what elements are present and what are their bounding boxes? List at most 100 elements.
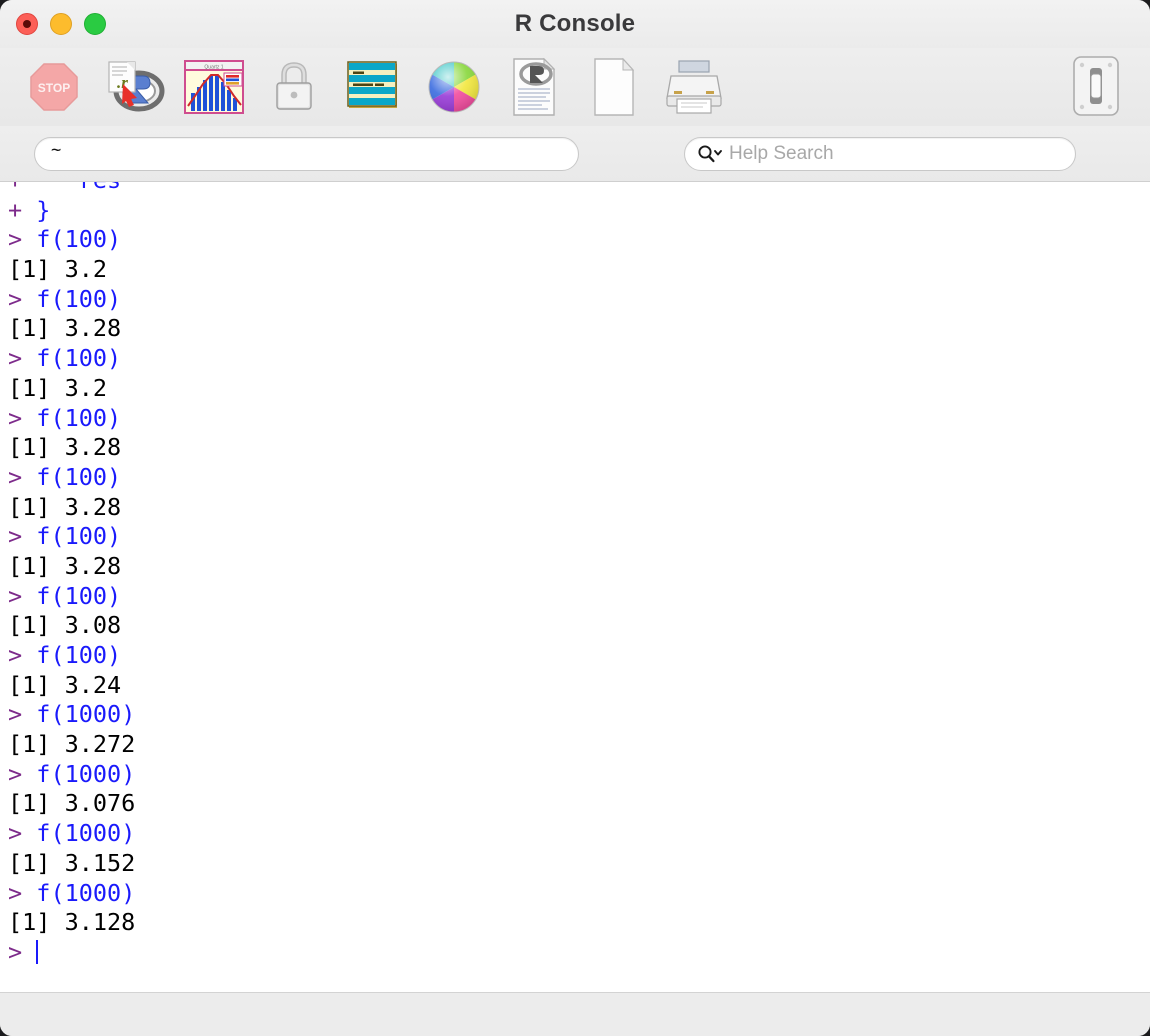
lock-button[interactable] <box>254 52 334 122</box>
command-prompt: > <box>8 878 23 907</box>
console-output-text: [1] 3.28 <box>8 492 122 521</box>
console-output-text: [1] 3.076 <box>8 789 136 818</box>
console-line: [1] 3.24 <box>8 671 1150 701</box>
console-line: [1] 3.152 <box>8 849 1150 879</box>
command-prompt: > <box>8 225 23 254</box>
console-lines: + res+ }> f(100)[1] 3.2> f(100)[1] 3.28>… <box>0 182 1150 968</box>
console-line: [1] 3.128 <box>8 908 1150 938</box>
console-output-text: [1] 3.2 <box>8 373 108 402</box>
console-output-text: [1] 3.152 <box>8 848 136 877</box>
console-command-text <box>22 938 36 966</box>
console-line: > f(100) <box>8 463 1150 493</box>
command-prompt: > <box>8 759 23 788</box>
command-prompt: > <box>8 462 23 491</box>
command-prompt: > <box>8 284 23 313</box>
stop-button[interactable]: STOP <box>14 52 94 122</box>
continuation-prompt: + <box>8 195 23 224</box>
console-line: [1] 3.272 <box>8 730 1150 760</box>
svg-text:Quartz 1: Quartz 1 <box>204 65 223 71</box>
console-line: + res <box>8 182 1150 196</box>
source-script-button[interactable]: .r <box>94 52 174 122</box>
console-line: > f(1000) <box>8 760 1150 790</box>
titlebar: R Console <box>0 0 1150 48</box>
console-command-text: f(1000) <box>22 819 136 848</box>
text-cursor <box>36 939 39 964</box>
console-line: [1] 3.2 <box>8 374 1150 404</box>
minimize-button[interactable] <box>50 13 72 35</box>
console-output-text: [1] 3.28 <box>8 314 122 343</box>
console-output-text: [1] 3.28 <box>8 433 122 462</box>
r-document-button[interactable] <box>494 52 574 122</box>
console-output-text: [1] 3.28 <box>8 551 122 580</box>
console-line: [1] 3.28 <box>8 493 1150 523</box>
console-line: [1] 3.076 <box>8 789 1150 819</box>
console-line: > f(100) <box>8 582 1150 612</box>
continuation-prompt: + <box>8 182 22 194</box>
console-command-text: f(100) <box>22 225 122 254</box>
new-document-button[interactable] <box>574 52 654 122</box>
console-line: + } <box>8 196 1150 226</box>
console-line: > f(100) <box>8 285 1150 315</box>
console-line: [1] 3.28 <box>8 314 1150 344</box>
print-button[interactable] <box>654 52 734 122</box>
console-output-text: [1] 3.128 <box>8 908 136 937</box>
console-line: [1] 3.28 <box>8 433 1150 463</box>
help-search-field[interactable]: Help Search <box>684 137 1076 171</box>
console-command-text: } <box>22 195 51 224</box>
close-button[interactable] <box>16 13 38 35</box>
console-line: > f(100) <box>8 344 1150 374</box>
quartz-plot-icon: Quartz 1 <box>184 60 244 114</box>
zoom-button[interactable] <box>84 13 106 35</box>
console-line: > f(1000) <box>8 879 1150 909</box>
console-line: > f(1000) <box>8 819 1150 849</box>
history-button[interactable] <box>334 52 414 122</box>
console-line: > f(100) <box>8 225 1150 255</box>
console-output-area[interactable]: + res+ }> f(100)[1] 3.2> f(100)[1] 3.28>… <box>0 182 1150 992</box>
padlock-icon <box>276 62 312 110</box>
working-directory-field[interactable]: ~ <box>34 136 579 171</box>
stop-icon: STOP <box>30 63 78 111</box>
console-line: > f(100) <box>8 404 1150 434</box>
command-prompt: > <box>8 641 23 669</box>
console-output-text: [1] 3.2 <box>8 255 108 284</box>
console-output-text: [1] 3.08 <box>8 611 122 640</box>
console-command-text: f(1000) <box>22 700 136 729</box>
console-line: [1] 3.2 <box>8 255 1150 285</box>
blank-page-icon <box>594 57 635 116</box>
console-command-text: f(100) <box>22 522 122 551</box>
console-command-text: f(1000) <box>22 759 136 788</box>
magnifier-with-chevron-icon[interactable] <box>697 144 723 164</box>
window-title: R Console <box>514 10 636 37</box>
toggle-switch-icon <box>1073 56 1119 116</box>
toggle-switch-button[interactable] <box>1056 52 1136 122</box>
location-bar: ~ Help Search <box>0 126 1150 182</box>
quartz-plot-button[interactable]: Quartz 1 <box>174 52 254 122</box>
command-prompt: > <box>8 403 23 432</box>
console-command-text: f(100) <box>22 344 122 373</box>
console-command-text: f(100) <box>22 462 122 491</box>
console-command-text: f(1000) <box>22 878 136 907</box>
r-console-window: R Console STOP .r Quartz 1 ~ Help Search… <box>0 0 1150 1036</box>
console-command-text: res <box>22 182 121 194</box>
console-line: > <box>8 938 1150 968</box>
r-script-icon: .r <box>108 61 165 112</box>
svg-text:STOP: STOP <box>38 81 70 95</box>
color-picker-button[interactable] <box>414 52 494 122</box>
window-controls <box>16 0 106 48</box>
color-wheel-icon <box>428 61 480 113</box>
working-directory-value: ~ <box>51 140 62 160</box>
command-prompt: > <box>8 581 23 610</box>
help-search-placeholder: Help Search <box>729 143 834 164</box>
toolbar: STOP .r Quartz 1 <box>0 48 1150 126</box>
console-command-text: f(100) <box>22 284 122 313</box>
console-line: > f(1000) <box>8 700 1150 730</box>
console-command-text: f(100) <box>22 581 122 610</box>
console-output-text: [1] 3.272 <box>8 730 136 759</box>
command-prompt: > <box>8 819 23 848</box>
status-bar <box>0 992 1150 1036</box>
console-line: [1] 3.28 <box>8 552 1150 582</box>
console-command-text: f(100) <box>22 403 122 432</box>
console-line: > f(100) <box>8 522 1150 552</box>
command-prompt: > <box>8 700 23 729</box>
command-prompt: > <box>8 522 23 551</box>
